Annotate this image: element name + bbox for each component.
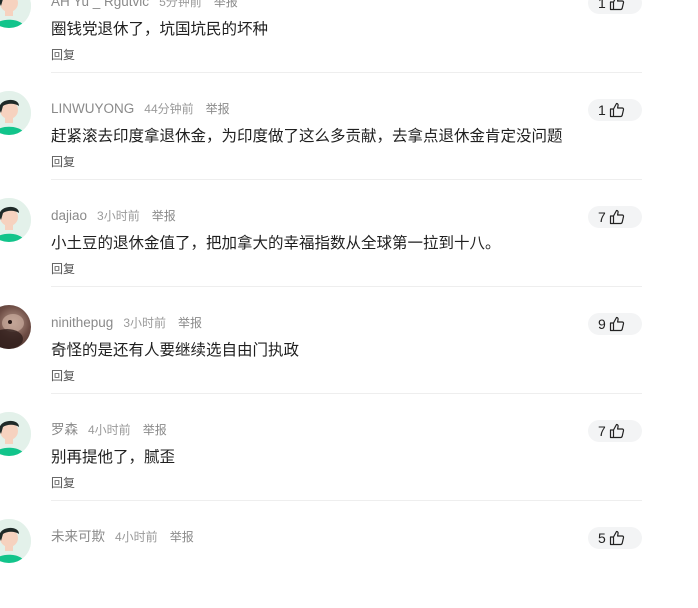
reply-button[interactable]: 回复	[51, 476, 75, 490]
username[interactable]: AH Yu _ Rgutvic	[51, 0, 149, 9]
comment-time: 4小时前	[88, 423, 131, 437]
thumbs-up-icon	[609, 209, 624, 225]
thumbs-up-icon	[609, 530, 624, 546]
report-button[interactable]: 举报	[170, 530, 194, 544]
thumbs-up-icon	[609, 102, 624, 118]
comment-item: dajiao 3小时前 举报 小土豆的退休金值了，把加拿大的幸福指数从全球第一拉到十…	[0, 180, 698, 287]
username[interactable]: 罗森	[51, 422, 78, 437]
comment-time: 5分钟前	[159, 0, 202, 9]
report-button[interactable]: 举报	[206, 102, 230, 116]
comment-text: 奇怪的是还有人要继续选自由门执政	[51, 342, 300, 359]
comment-time: 4小时前	[115, 530, 158, 544]
like-button[interactable]: 1	[588, 0, 642, 14]
thumbs-up-icon	[609, 316, 624, 332]
default-avatar-icon[interactable]	[0, 91, 31, 135]
comment-time: 3小时前	[97, 209, 140, 223]
like-count: 9	[598, 316, 606, 332]
comment-item: 罗森 4小时前 举报 别再提他了，腻歪 回复 7	[0, 394, 698, 501]
like-button[interactable]: 7	[588, 206, 642, 228]
like-count: 5	[598, 530, 606, 546]
comment-time: 3小时前	[123, 316, 166, 330]
comment-item: 未来可欺 4小时前 举报 5	[0, 501, 698, 608]
reply-button[interactable]: 回复	[51, 155, 75, 169]
comment-meta: dajiao 3小时前 举报	[51, 208, 176, 224]
report-button[interactable]: 举报	[143, 423, 167, 437]
photo-avatar[interactable]	[0, 305, 31, 349]
username[interactable]: LINWUYONG	[51, 101, 134, 116]
comment-text: 别再提他了，腻歪	[51, 449, 176, 466]
reply-button[interactable]: 回复	[51, 369, 75, 383]
default-avatar-icon[interactable]	[0, 519, 31, 563]
comment-meta: 罗森 4小时前 举报	[51, 422, 167, 438]
username[interactable]: ninithepug	[51, 315, 113, 330]
report-button[interactable]: 举报	[152, 209, 176, 223]
default-avatar-icon[interactable]	[0, 0, 31, 28]
comment-time: 44分钟前	[144, 102, 194, 116]
reply-button[interactable]: 回复	[51, 48, 75, 62]
like-button[interactable]: 1	[588, 99, 642, 121]
comment-item: ninithepug 3小时前 举报 奇怪的是还有人要继续选自由门执政 回复 9	[0, 287, 698, 394]
report-button[interactable]: 举报	[178, 316, 202, 330]
comment-text: 小土豆的退休金值了，把加拿大的幸福指数从全球第一拉到十八。	[51, 235, 501, 252]
comment-meta: ninithepug 3小时前 举报	[51, 315, 202, 331]
comment-item: AH Yu _ Rgutvic 5分钟前 举报 圈钱党退休了，坑国坑民的坏种 回复 …	[0, 0, 698, 73]
default-avatar-icon[interactable]	[0, 198, 31, 242]
like-count: 7	[598, 423, 606, 439]
like-button[interactable]: 5	[588, 527, 642, 549]
report-button[interactable]: 举报	[214, 0, 238, 9]
like-count: 1	[598, 102, 606, 118]
thumbs-up-icon	[609, 423, 624, 439]
like-count: 7	[598, 209, 606, 225]
username[interactable]: dajiao	[51, 208, 87, 223]
like-button[interactable]: 7	[588, 420, 642, 442]
comment-text: 圈钱党退休了，坑国坑民的坏种	[51, 21, 269, 38]
reply-button[interactable]: 回复	[51, 262, 75, 276]
username[interactable]: 未来可欺	[51, 529, 105, 544]
comment-item: LINWUYONG 44分钟前 举报 赶紧滚去印度拿退休金，为印度做了这么多贡献，去…	[0, 73, 698, 180]
comment-list: AH Yu _ Rgutvic 5分钟前 举报 圈钱党退休了，坑国坑民的坏种 回复 …	[0, 0, 698, 608]
comment-meta: 未来可欺 4小时前 举报	[51, 529, 194, 545]
comment-text: 赶紧滚去印度拿退休金，为印度做了这么多贡献，去拿点退休金肯定没问题	[51, 128, 563, 145]
like-count: 1	[598, 0, 606, 11]
default-avatar-icon[interactable]	[0, 412, 31, 456]
comment-meta: LINWUYONG 44分钟前 举报	[51, 101, 230, 117]
comment-meta: AH Yu _ Rgutvic 5分钟前 举报	[51, 0, 238, 10]
thumbs-up-icon	[609, 0, 624, 11]
like-button[interactable]: 9	[588, 313, 642, 335]
